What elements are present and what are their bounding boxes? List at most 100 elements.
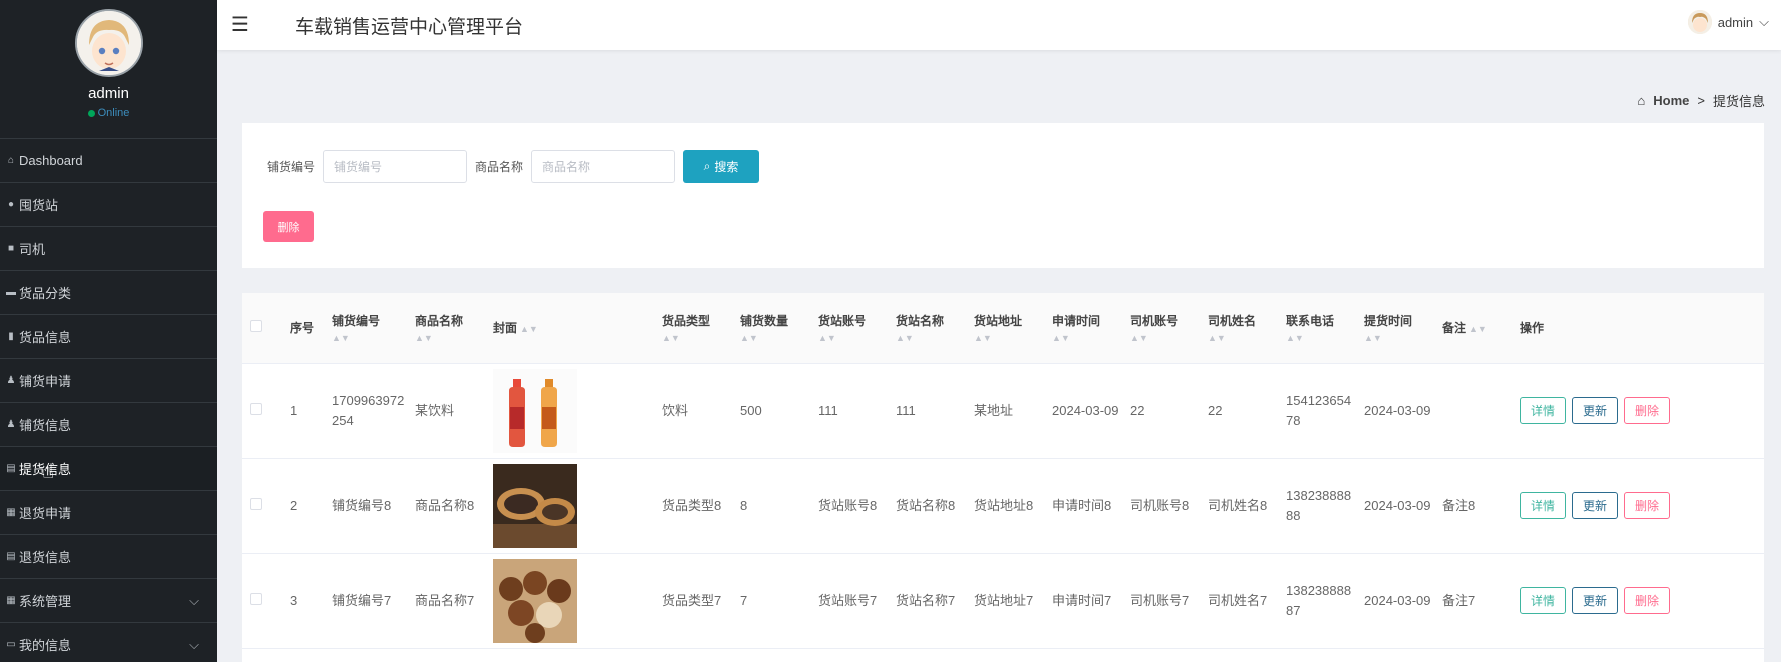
delete-button[interactable]: 删除	[1624, 587, 1671, 614]
sidebar-item-categories[interactable]: ▬ 货品分类	[0, 270, 217, 314]
col-qty[interactable]: 铺货数量 ▲▼	[732, 293, 810, 364]
sort-icon[interactable]: ▲▼	[1469, 324, 1487, 334]
cell-phone: 15412365478	[1278, 363, 1356, 459]
cover-image-mooncakes[interactable]	[493, 463, 577, 548]
row-checkbox[interactable]	[250, 592, 262, 605]
chevron-down-icon: ⌵	[189, 636, 199, 652]
update-button[interactable]: 更新	[1572, 587, 1619, 614]
sidebar-item-stations[interactable]: ● 囤货站	[0, 182, 217, 226]
sort-icon[interactable]: ▲▼	[332, 333, 407, 343]
cell-driver-name: 司机姓名8	[1200, 458, 1278, 554]
breadcrumb-current: 提货信息	[1712, 94, 1765, 109]
sidebar-item-pickup-info[interactable]: ▤ 提货信息 ☝	[0, 446, 217, 490]
sort-icon[interactable]: ▲▼	[1130, 333, 1200, 343]
sidebar-item-drivers[interactable]: ■ 司机	[0, 226, 217, 270]
col-qty-label: 铺货数量	[740, 314, 789, 329]
cell-note: 备注7	[1434, 553, 1512, 649]
row-select-cell	[242, 458, 282, 554]
window-icon: ▭	[6, 639, 16, 650]
col-station-acct[interactable]: 货站账号 ▲▼	[810, 293, 888, 364]
cell-station-addr: 货站地址8	[966, 458, 1044, 554]
update-button[interactable]: 更新	[1572, 492, 1619, 519]
sidebar-item-my-info[interactable]: ▭ 我的信息 ⌵	[0, 622, 217, 662]
cell-name: 商品名称8	[407, 458, 485, 554]
sidebar-item-distribution-apply[interactable]: ♟ 铺货申请	[0, 358, 217, 402]
cell-type: 货品类型8	[654, 458, 732, 554]
clipboard-icon: ▤	[6, 463, 16, 474]
distribution-code-label: 铺货编号	[267, 160, 316, 174]
row-select-cell	[242, 363, 282, 459]
search-button[interactable]: ⌕ 搜索	[683, 150, 759, 183]
sort-icon[interactable]: ▲▼	[1208, 333, 1278, 343]
menu-toggle-icon[interactable]: ☰	[231, 12, 249, 37]
sort-icon[interactable]: ▲▼	[818, 333, 888, 343]
col-driver-acct[interactable]: 司机账号 ▲▼	[1122, 293, 1200, 364]
detail-button[interactable]: 详情	[1520, 492, 1567, 519]
distribution-code-input[interactable]	[323, 150, 467, 183]
cell-code: 1709963972254	[324, 363, 407, 459]
top-header: ☰ 车载销售运营中心管理平台 admin ⌵	[217, 0, 1781, 50]
product-name-input[interactable]	[531, 150, 675, 183]
home-icon: ⌂	[1637, 93, 1646, 108]
col-phone[interactable]: 联系电话 ▲▼	[1278, 293, 1356, 364]
cell-apply-time: 2024-03-09	[1044, 363, 1122, 459]
sort-icon[interactable]: ▲▼	[1052, 333, 1122, 343]
cell-qty: 8	[732, 458, 810, 554]
sort-icon[interactable]: ▲▼	[662, 333, 732, 343]
sidebar-item-label: 货品分类	[19, 286, 72, 301]
sidebar-item-distribution-info[interactable]: ♟ 铺货信息	[0, 402, 217, 446]
col-code[interactable]: 铺货编号 ▲▼	[324, 293, 407, 364]
avatar[interactable]	[74, 9, 143, 77]
col-name[interactable]: 商品名称 ▲▼	[407, 293, 485, 364]
select-all-checkbox[interactable]	[250, 320, 262, 333]
row-checkbox[interactable]	[250, 497, 262, 510]
data-table-panel: 序号 铺货编号 ▲▼ 商品名称 ▲▼ 封面 ▲▼ 货品类型 ▲▼ 铺货数量 ▲▼ 货站账号…	[242, 293, 1764, 662]
col-type[interactable]: 货品类型 ▲▼	[654, 293, 732, 364]
col-station-name-label: 货站名称	[896, 314, 945, 329]
product-name-label: 商品名称	[475, 160, 524, 174]
sort-icon[interactable]: ▲▼	[740, 333, 810, 343]
sort-icon[interactable]: ▲▼	[1286, 333, 1356, 343]
bulk-delete-button[interactable]: 删除	[263, 211, 314, 242]
sidebar-item-dashboard[interactable]: ⌂ Dashboard	[0, 138, 217, 182]
col-station-name[interactable]: 货站名称 ▲▼	[888, 293, 966, 364]
col-apply-time[interactable]: 申请时间 ▲▼	[1044, 293, 1122, 364]
sidebar-item-system[interactable]: ▦ 系统管理 ⌵	[0, 578, 217, 622]
col-note[interactable]: 备注 ▲▼	[1434, 293, 1512, 364]
user-menu[interactable]: admin ⌵	[1687, 10, 1769, 34]
cell-cover	[485, 458, 654, 554]
col-driver-name-label: 司机姓名	[1208, 314, 1257, 329]
col-cover[interactable]: 封面 ▲▼	[485, 293, 654, 364]
col-station-addr[interactable]: 货站地址 ▲▼	[966, 293, 1044, 364]
cell-apply-time: 申请时间8	[1044, 458, 1122, 554]
sidebar-item-goods[interactable]: ▮ 货品信息	[0, 314, 217, 358]
col-pickup-time[interactable]: 提货时间 ▲▼	[1356, 293, 1434, 364]
delete-button[interactable]: 删除	[1624, 397, 1671, 424]
search-icon: ⌕	[703, 159, 711, 173]
update-button[interactable]: 更新	[1572, 397, 1619, 424]
cell-actions: 详情 更新 删除	[1512, 363, 1764, 459]
cell-type: 饮料	[654, 363, 732, 459]
cover-image-nuts[interactable]	[493, 558, 577, 643]
sidebar-item-return-apply[interactable]: ▦ 退货申请	[0, 490, 217, 534]
col-apply-time-label: 申请时间	[1052, 314, 1101, 329]
sort-icon[interactable]: ▲▼	[896, 333, 966, 343]
sort-icon[interactable]: ▲▼	[974, 333, 1044, 343]
sort-icon[interactable]: ▲▼	[1364, 333, 1434, 343]
delete-button[interactable]: 删除	[1624, 492, 1671, 519]
row-checkbox[interactable]	[250, 402, 262, 415]
cover-image-bottles[interactable]	[493, 368, 577, 453]
detail-button[interactable]: 详情	[1520, 397, 1567, 424]
home-icon: ⌂	[7, 155, 15, 166]
breadcrumb-home[interactable]: Home	[1653, 93, 1689, 108]
search-button-label: 搜索	[714, 160, 739, 174]
select-all-cell	[242, 293, 282, 364]
sidebar-item-return-info[interactable]: ▤ 退货信息	[0, 534, 217, 578]
cell-station-name: 货站名称8	[888, 458, 966, 554]
table-row: 1 1709963972254 某饮料 饮料 500 111 111 某地址 2…	[242, 363, 1764, 459]
detail-button[interactable]: 详情	[1520, 587, 1567, 614]
sidebar-item-label: Dashboard	[19, 153, 83, 168]
sort-icon[interactable]: ▲▼	[415, 333, 485, 343]
col-driver-name[interactable]: 司机姓名 ▲▼	[1200, 293, 1278, 364]
sort-icon[interactable]: ▲▼	[520, 324, 538, 334]
